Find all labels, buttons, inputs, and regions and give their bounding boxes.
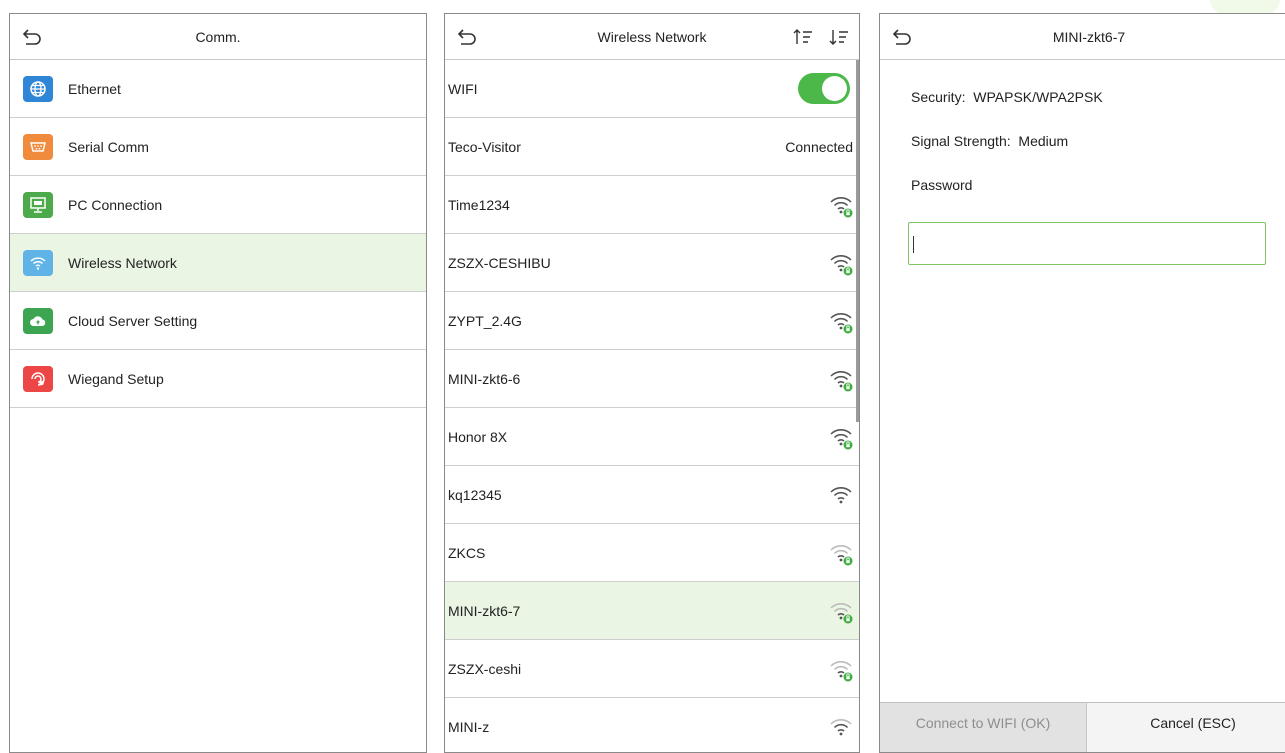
comm-menu-item-label: Serial Comm: [68, 138, 149, 155]
network-list-item[interactable]: kq12345: [445, 466, 859, 524]
monitor-icon: [23, 191, 53, 218]
wifi-toggle-switch[interactable]: [798, 73, 850, 104]
password-label: Password: [911, 177, 973, 193]
text-caret: [913, 236, 914, 253]
wiegand-icon: [23, 365, 53, 392]
comm-menu-item[interactable]: Serial Comm: [10, 118, 426, 176]
security-label: Security:: [911, 89, 966, 105]
wifi-locked-icon: [829, 310, 853, 334]
connect-button[interactable]: Connect to WIFI (OK): [880, 702, 1087, 752]
network-list: Teco-Visitor Connected Time1234 ZSZX-CESHIB…: [445, 118, 859, 752]
network-name: ZSZX-CESHIBU: [448, 254, 551, 271]
password-input[interactable]: [908, 222, 1266, 265]
security-value: WPAPSK/WPA2PSK: [973, 89, 1103, 105]
wifi-locked-icon: [829, 542, 853, 566]
comm-menu-list: Ethernet Serial Comm PC Connection Wireless…: [10, 60, 426, 408]
wifi-toggle-row[interactable]: WIFI: [445, 60, 859, 118]
network-name: MINI-z: [448, 718, 490, 735]
comm-menu-item[interactable]: Ethernet: [10, 60, 426, 118]
network-name: ZSZX-ceshi: [448, 660, 522, 677]
network-list-item[interactable]: ZSZX-CESHIBU: [445, 234, 859, 292]
network-name: ZKCS: [448, 544, 486, 561]
comm-menu-item[interactable]: PC Connection: [10, 176, 426, 234]
comm-panel: Comm. Ethernet Serial Comm PC Connection Wi…: [9, 13, 427, 753]
cancel-button[interactable]: Cancel (ESC): [1087, 702, 1285, 752]
wireless-header: Wireless Network: [445, 14, 859, 60]
comm-menu-item-label: Wireless Network: [68, 254, 177, 271]
network-name: MINI-zkt6-7: [448, 602, 521, 619]
network-name: kq12345: [448, 486, 502, 503]
network-list-item[interactable]: Time1234: [445, 176, 859, 234]
comm-header: Comm.: [10, 14, 426, 60]
signal-value: Medium: [1018, 133, 1069, 149]
action-bar: Connect to WIFI (OK) Cancel (ESC): [880, 702, 1285, 752]
comm-menu-item-label: Wiegand Setup: [68, 370, 164, 387]
detail-header: MINI-zkt6-7: [880, 14, 1285, 60]
page-title: MINI-zkt6-7: [1052, 29, 1126, 45]
wifi-locked-icon: [829, 426, 853, 450]
wifi-locked-icon: [829, 252, 853, 276]
network-list-item[interactable]: MINI-z: [445, 698, 859, 752]
connection-status: Connected: [785, 138, 853, 155]
wireless-panel: Wireless Network WIFI Teco-Visitor Connec…: [444, 13, 860, 753]
network-name: Time1234: [448, 196, 510, 213]
wifi-locked-icon: [829, 600, 853, 624]
network-list-item[interactable]: ZKCS: [445, 524, 859, 582]
globe-icon: [23, 75, 53, 102]
network-detail-panel: MINI-zkt6-7 Security: WPAPSK/WPA2PSK Sig…: [879, 13, 1285, 753]
sort-ascending-icon[interactable]: [793, 28, 813, 46]
cloud-icon: [23, 307, 53, 334]
wifi-signal-icon: [829, 484, 853, 508]
comm-menu-item-label: Ethernet: [68, 80, 121, 97]
comm-menu-item[interactable]: Wiegand Setup: [10, 350, 426, 408]
wifi-locked-icon: [829, 368, 853, 392]
comm-menu-item[interactable]: Cloud Server Setting: [10, 292, 426, 350]
network-list-item[interactable]: ZYPT_2.4G: [445, 292, 859, 350]
security-info: Security: WPAPSK/WPA2PSK: [911, 89, 1103, 105]
network-list-item[interactable]: Honor 8X: [445, 408, 859, 466]
network-list-item[interactable]: ZSZX-ceshi: [445, 640, 859, 698]
comm-menu-item-label: Cloud Server Setting: [68, 312, 198, 329]
network-name: Honor 8X: [448, 428, 508, 445]
wifi-icon: [23, 249, 53, 276]
wifi-locked-icon: [829, 658, 853, 682]
network-name: ZYPT_2.4G: [448, 312, 522, 329]
scrollbar[interactable]: [856, 60, 859, 422]
network-list-item[interactable]: Teco-Visitor Connected: [445, 118, 859, 176]
page-title: Comm.: [195, 29, 241, 45]
network-list-item[interactable]: MINI-zkt6-7: [445, 582, 859, 640]
signal-info: Signal Strength: Medium: [911, 133, 1068, 149]
comm-menu-item-label: PC Connection: [68, 196, 163, 213]
sort-descending-icon[interactable]: [829, 28, 849, 46]
network-name: MINI-zkt6-6: [448, 370, 521, 387]
network-list-item[interactable]: MINI-zkt6-6: [445, 350, 859, 408]
serial-port-icon: [23, 133, 53, 160]
signal-label: Signal Strength:: [911, 133, 1011, 149]
wifi-locked-icon: [829, 194, 853, 218]
comm-menu-item[interactable]: Wireless Network: [10, 234, 426, 292]
wifi-signal-icon: [829, 716, 853, 740]
